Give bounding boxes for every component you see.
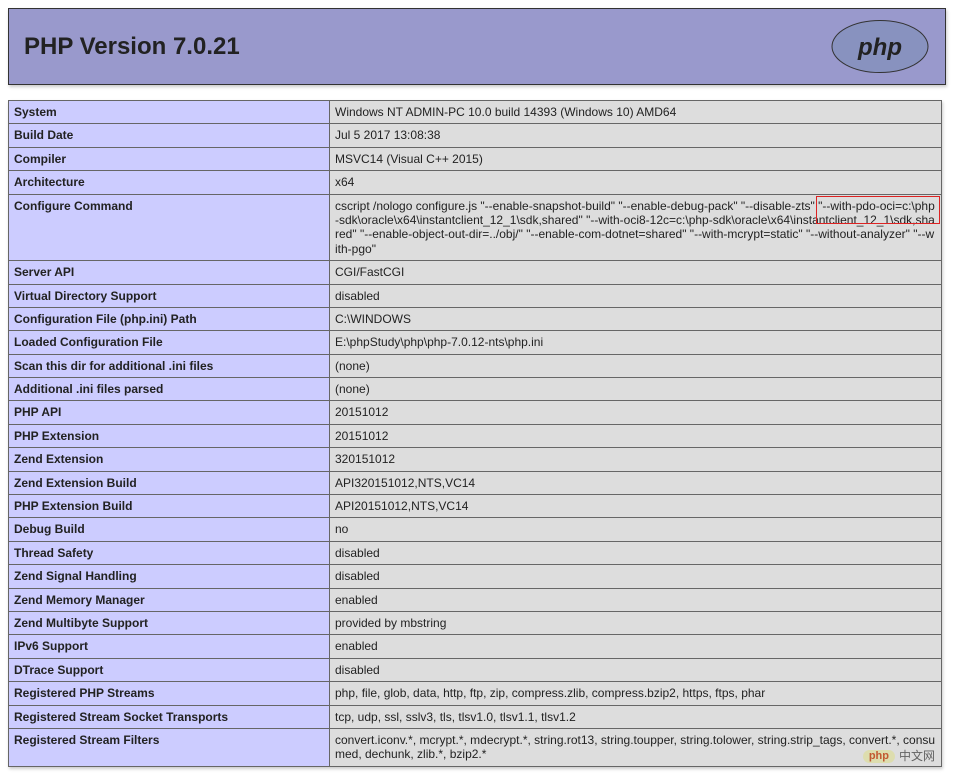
table-row: Registered Stream Socket Transportstcp, … — [9, 705, 942, 728]
info-key: Build Date — [9, 124, 330, 147]
info-value: enabled — [330, 635, 942, 658]
table-row: PHP Extension20151012 — [9, 424, 942, 447]
table-row: Server APICGI/FastCGI — [9, 261, 942, 284]
info-key: IPv6 Support — [9, 635, 330, 658]
info-value: API20151012,NTS,VC14 — [330, 495, 942, 518]
phpinfo-table: SystemWindows NT ADMIN-PC 10.0 build 143… — [8, 100, 942, 767]
info-key: Registered PHP Streams — [9, 682, 330, 705]
info-key: Debug Build — [9, 518, 330, 541]
info-key: DTrace Support — [9, 658, 330, 681]
info-key: Zend Memory Manager — [9, 588, 330, 611]
watermark-badge: php — [863, 750, 895, 763]
info-key: Zend Multibyte Support — [9, 611, 330, 634]
table-row: Architecturex64 — [9, 171, 942, 194]
info-key: Scan this dir for additional .ini files — [9, 354, 330, 377]
table-row: Zend Extension320151012 — [9, 448, 942, 471]
table-row: Registered PHP Streamsphp, file, glob, d… — [9, 682, 942, 705]
info-key: Virtual Directory Support — [9, 284, 330, 307]
table-row: IPv6 Supportenabled — [9, 635, 942, 658]
info-value: (none) — [330, 354, 942, 377]
info-value: Windows NT ADMIN-PC 10.0 build 14393 (Wi… — [330, 101, 942, 124]
info-key: Loaded Configuration File — [9, 331, 330, 354]
info-key: PHP API — [9, 401, 330, 424]
info-value: API320151012,NTS,VC14 — [330, 471, 942, 494]
table-row: Configuration File (php.ini) PathC:\WIND… — [9, 307, 942, 330]
info-key: System — [9, 101, 330, 124]
table-row: CompilerMSVC14 (Visual C++ 2015) — [9, 147, 942, 170]
info-value: 320151012 — [330, 448, 942, 471]
info-value: enabled — [330, 588, 942, 611]
info-key: Registered Stream Filters — [9, 728, 330, 766]
table-row: Configure Commandcscript /nologo configu… — [9, 194, 942, 261]
table-row: Registered Stream Filtersconvert.iconv.*… — [9, 728, 942, 766]
info-value: 20151012 — [330, 401, 942, 424]
table-row: Thread Safetydisabled — [9, 541, 942, 564]
info-key: Thread Safety — [9, 541, 330, 564]
info-key: Compiler — [9, 147, 330, 170]
table-row: Zend Multibyte Supportprovided by mbstri… — [9, 611, 942, 634]
info-key: Server API — [9, 261, 330, 284]
table-row: Debug Buildno — [9, 518, 942, 541]
table-row: DTrace Supportdisabled — [9, 658, 942, 681]
info-key: Zend Extension Build — [9, 471, 330, 494]
table-row: PHP Extension BuildAPI20151012,NTS,VC14 — [9, 495, 942, 518]
info-value: C:\WINDOWS — [330, 307, 942, 330]
info-value: disabled — [330, 284, 942, 307]
info-value: 20151012 — [330, 424, 942, 447]
table-row: Zend Extension BuildAPI320151012,NTS,VC1… — [9, 471, 942, 494]
info-key: Additional .ini files parsed — [9, 378, 330, 401]
table-row: Additional .ini files parsed(none) — [9, 378, 942, 401]
info-value: php, file, glob, data, http, ftp, zip, c… — [330, 682, 942, 705]
info-value: disabled — [330, 565, 942, 588]
info-value: convert.iconv.*, mcrypt.*, mdecrypt.*, s… — [330, 728, 942, 766]
table-row: Scan this dir for additional .ini files(… — [9, 354, 942, 377]
info-key: PHP Extension Build — [9, 495, 330, 518]
info-key: Configuration File (php.ini) Path — [9, 307, 330, 330]
info-value: E:\phpStudy\php\php-7.0.12-nts\php.ini — [330, 331, 942, 354]
table-row: SystemWindows NT ADMIN-PC 10.0 build 143… — [9, 101, 942, 124]
table-row: Virtual Directory Supportdisabled — [9, 284, 942, 307]
info-value: provided by mbstring — [330, 611, 942, 634]
watermark: php 中文网 — [863, 749, 935, 763]
table-row: Zend Memory Managerenabled — [9, 588, 942, 611]
info-key: Zend Extension — [9, 448, 330, 471]
watermark-text: 中文网 — [899, 749, 935, 763]
info-value: no — [330, 518, 942, 541]
table-row: Loaded Configuration FileE:\phpStudy\php… — [9, 331, 942, 354]
php-logo: php — [830, 19, 930, 74]
info-key: PHP Extension — [9, 424, 330, 447]
phpinfo-header: PHP Version 7.0.21 php — [8, 8, 946, 85]
table-row: PHP API20151012 — [9, 401, 942, 424]
info-value: (none) — [330, 378, 942, 401]
info-value: disabled — [330, 541, 942, 564]
info-key: Configure Command — [9, 194, 330, 261]
info-value: MSVC14 (Visual C++ 2015) — [330, 147, 942, 170]
info-value: tcp, udp, ssl, sslv3, tls, tlsv1.0, tlsv… — [330, 705, 942, 728]
info-value: cscript /nologo configure.js "--enable-s… — [330, 194, 942, 261]
info-key: Architecture — [9, 171, 330, 194]
table-row: Zend Signal Handlingdisabled — [9, 565, 942, 588]
svg-text:php: php — [857, 34, 902, 61]
info-value: CGI/FastCGI — [330, 261, 942, 284]
info-value: disabled — [330, 658, 942, 681]
page-title: PHP Version 7.0.21 — [24, 33, 240, 61]
info-value: Jul 5 2017 13:08:38 — [330, 124, 942, 147]
table-row: Build DateJul 5 2017 13:08:38 — [9, 124, 942, 147]
highlight-annotation — [816, 196, 940, 224]
info-value: x64 — [330, 171, 942, 194]
info-key: Zend Signal Handling — [9, 565, 330, 588]
info-key: Registered Stream Socket Transports — [9, 705, 330, 728]
